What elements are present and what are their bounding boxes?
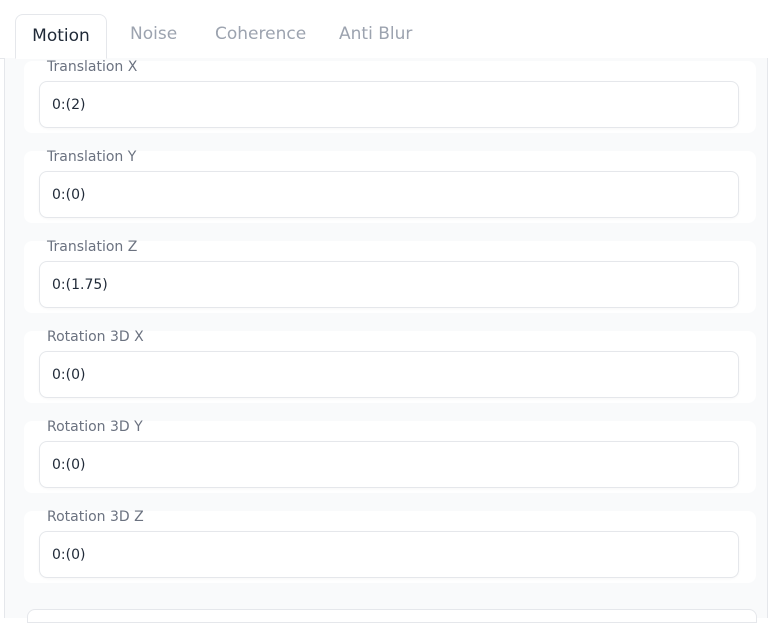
rotation-3d-z-label: Rotation 3D Z bbox=[47, 509, 144, 525]
translation-y-input[interactable] bbox=[39, 171, 739, 218]
tab-anti-blur[interactable]: Anti Blur bbox=[339, 24, 412, 44]
rotation-3d-x-block: Rotation 3D X bbox=[24, 329, 756, 403]
rotation-3d-x-input[interactable] bbox=[39, 351, 739, 398]
translation-y-block: Translation Y bbox=[24, 149, 756, 223]
translation-x-input[interactable] bbox=[39, 81, 739, 128]
translation-x-label: Translation X bbox=[47, 59, 138, 75]
next-block-edge bbox=[27, 609, 757, 623]
rotation-3d-z-block: Rotation 3D Z bbox=[24, 509, 756, 583]
rotation-3d-y-label: Rotation 3D Y bbox=[47, 419, 143, 435]
translation-z-block: Translation Z bbox=[24, 239, 756, 313]
tab-motion[interactable]: Motion bbox=[15, 14, 107, 59]
translation-y-label: Translation Y bbox=[47, 149, 137, 165]
tab-coherence[interactable]: Coherence bbox=[215, 24, 306, 44]
rotation-3d-y-input[interactable] bbox=[39, 441, 739, 488]
translation-z-input[interactable] bbox=[39, 261, 739, 308]
translation-z-label: Translation Z bbox=[47, 239, 138, 255]
tab-bar: Motion Noise Coherence Anti Blur bbox=[0, 0, 768, 60]
rotation-3d-z-input[interactable] bbox=[39, 531, 739, 578]
translation-x-block: Translation X bbox=[24, 59, 756, 133]
tab-noise[interactable]: Noise bbox=[130, 24, 177, 44]
rotation-3d-y-block: Rotation 3D Y bbox=[24, 419, 756, 493]
rotation-3d-x-label: Rotation 3D X bbox=[47, 329, 144, 345]
